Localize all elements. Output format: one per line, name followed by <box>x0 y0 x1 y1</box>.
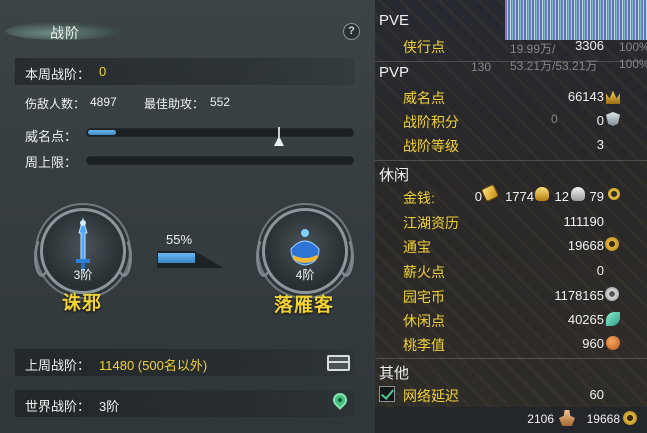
section-pve-title: PVE <box>379 12 410 29</box>
bottom-right-value: 19668 <box>586 412 620 426</box>
rank-progress-bar <box>157 251 223 268</box>
prestige-cap-marker <box>274 136 284 146</box>
money-copper: 79 <box>589 189 604 204</box>
silver-ingot-icon <box>571 187 585 201</box>
leisure-item-value: 19668 <box>567 238 604 253</box>
kills-value: 4897 <box>90 95 117 109</box>
leisure-item-value: 111190 <box>563 214 605 229</box>
emblem-luoyanke[interactable]: 4阶 <box>256 208 354 294</box>
pvp-item-label: 战阶等级 <box>403 138 459 154</box>
pve-item-label: 侠行点 <box>403 39 445 55</box>
emblem-name: 诛邪 <box>62 293 103 314</box>
last-week-value: 11480 (500名以外) <box>99 358 208 373</box>
leisure-item-label: 通宝 <box>403 239 431 255</box>
emblem-level: 4阶 <box>295 268 315 282</box>
pvp-item-label: 威名点 <box>403 90 445 106</box>
ghost-text: 100% <box>619 40 647 54</box>
leisure-item-label: 江湖资历 <box>403 215 459 231</box>
ghost-text: 53.21万/53.21万 <box>510 59 598 73</box>
last-week-label: 上周战阶： <box>25 358 91 373</box>
best-assist-value: 552 <box>210 95 231 109</box>
leisure-item-label: 园宅币 <box>403 289 445 305</box>
weekly-rank-label: 本周战阶： <box>25 67 91 82</box>
other-item-value: 60 <box>589 387 604 402</box>
weekly-rank-value: 0 <box>99 64 107 79</box>
prestige-progress-bar <box>86 128 354 137</box>
ghost-text: 0 <box>551 112 558 126</box>
leisure-item-label: 桃李值 <box>403 337 445 353</box>
pve-item-value: 3306 <box>575 38 604 53</box>
money-label: 金钱: <box>403 190 435 206</box>
emblem-zhuxie[interactable]: 3阶 <box>34 208 132 294</box>
pvp-item-value: 66143 <box>567 89 604 104</box>
leisure-item-label: 休闲点 <box>403 313 445 329</box>
chest-icon[interactable] <box>327 355 350 371</box>
tongbao-coin-icon <box>623 411 637 425</box>
money-gold: 1774 <box>505 189 534 204</box>
ghost-text: 100% <box>619 57 647 71</box>
best-assist-label: 最佳助攻： <box>144 97 205 111</box>
leisure-item-value: 40265 <box>567 312 604 327</box>
money-gold-ingot: 0 <box>474 189 482 204</box>
pvp-item-value: 3 <box>596 137 604 152</box>
network-latency-checkbox[interactable] <box>379 386 395 402</box>
rank-progress-percent: 55% <box>166 232 193 247</box>
weekly-cap-label: 周上限： <box>25 155 78 170</box>
leisure-item-value: 960 <box>582 336 604 351</box>
other-item-label: 网络延迟 <box>403 388 459 404</box>
money-silver: 12 <box>554 189 569 204</box>
section-leisure-title: 休闲 <box>379 167 410 184</box>
world-rank-label: 世界战阶： <box>25 399 91 414</box>
leisure-item-value: 1178165 <box>554 288 604 303</box>
prestige-label: 威名点： <box>25 129 78 144</box>
emblem-level: 3阶 <box>73 268 93 282</box>
world-rank-value: 3阶 <box>99 399 120 414</box>
battle-rank-panel: 战阶 ? 本周战阶： 0 伤敌人数： 4897 最佳助攻： 552 威名点： 周… <box>0 0 375 433</box>
emblem-name: 落雁客 <box>274 295 335 316</box>
weekly-cap-progress-bar <box>86 156 354 165</box>
kills-label: 伤敌人数： <box>25 97 86 111</box>
tongbao-coin-icon <box>605 237 619 251</box>
pvp-item-value: 0 <box>596 113 604 128</box>
rank-progress-fill <box>158 253 196 263</box>
section-divider <box>375 61 647 62</box>
background-hud-artifact <box>505 0 647 40</box>
help-icon[interactable]: ? <box>343 23 360 40</box>
section-other-title: 其他 <box>379 365 410 382</box>
section-pvp-title: PVP <box>379 64 410 81</box>
silver-coin-icon <box>605 287 619 301</box>
leisure-item-value: 0 <box>596 263 604 278</box>
section-divider <box>375 358 647 359</box>
gold-ingot-icon <box>535 187 549 201</box>
peach-icon <box>606 336 620 350</box>
leisure-item-label: 薪火点 <box>403 264 445 280</box>
copper-coin-icon <box>608 188 620 200</box>
panel-title: 战阶 <box>50 25 80 41</box>
ghost-text: 130 <box>471 60 492 74</box>
prestige-progress-fill <box>88 130 116 135</box>
pvp-item-label: 战阶积分 <box>403 114 459 130</box>
bottom-left-value: 2106 <box>527 412 554 426</box>
section-divider <box>375 160 647 161</box>
